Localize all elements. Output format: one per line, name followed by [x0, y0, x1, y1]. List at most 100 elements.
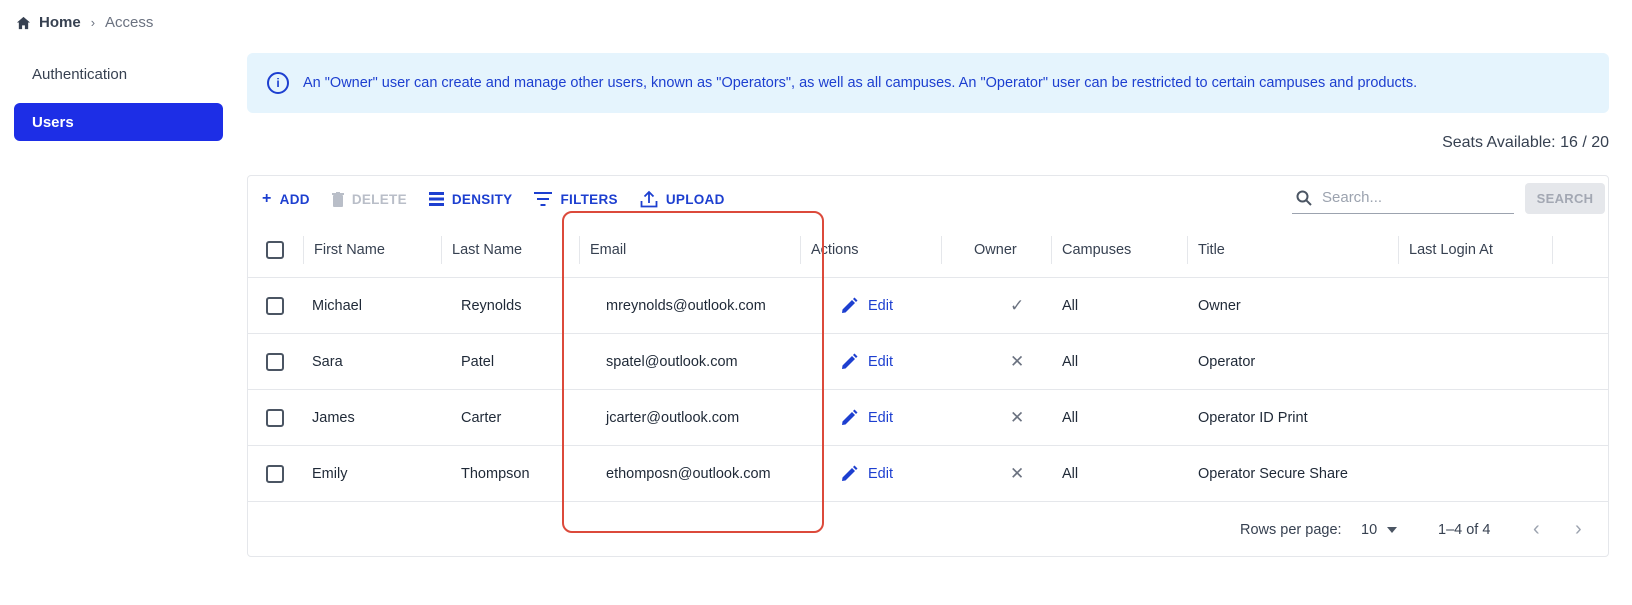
row-checkbox[interactable] — [266, 408, 284, 427]
info-text: An "Owner" user can create and manage ot… — [303, 75, 1418, 91]
sidebar-item-authentication[interactable]: Authentication — [14, 55, 223, 93]
delete-label: DELETE — [351, 191, 407, 207]
breadcrumb-home[interactable]: Home — [16, 14, 81, 31]
upload-button[interactable]: UPLOAD — [640, 190, 725, 208]
cell-last-name: Carter — [461, 409, 502, 426]
filters-button[interactable]: FILTERS — [534, 191, 618, 207]
info-banner: i An "Owner" user can create and manage … — [247, 53, 1609, 113]
edit-label: Edit — [868, 409, 893, 426]
edit-button[interactable]: Edit — [840, 390, 893, 445]
add-label: ADD — [279, 191, 310, 207]
edit-label: Edit — [868, 353, 893, 370]
cell-email: ethomposn@outlook.com — [606, 465, 771, 482]
filters-label: FILTERS — [560, 191, 618, 207]
column-divider — [441, 236, 442, 264]
delete-button[interactable]: DELETE — [331, 191, 407, 207]
chevron-right-icon[interactable]: › — [1575, 518, 1582, 541]
column-header-title[interactable]: Title — [1198, 222, 1225, 277]
pencil-icon — [842, 409, 858, 425]
sidebar-item-label: Authentication — [32, 65, 128, 83]
search-input[interactable] — [1322, 189, 1502, 206]
cell-first-name: Sara — [312, 353, 343, 370]
sidebar-item-users[interactable]: Users — [14, 103, 223, 141]
upload-label: UPLOAD — [665, 191, 725, 207]
column-divider — [1187, 236, 1188, 264]
sidebar-item-label: Users — [32, 113, 74, 131]
search-button[interactable]: SEARCH — [1525, 183, 1605, 214]
column-header-campuses[interactable]: Campuses — [1062, 222, 1131, 277]
edit-label: Edit — [868, 297, 893, 314]
density-label: DENSITY — [451, 191, 513, 207]
table-row[interactable]: Sara Patel spatel@outlook.com Edit ✕ All… — [248, 334, 1608, 390]
cell-campuses: All — [1062, 297, 1079, 314]
column-divider — [1051, 236, 1052, 264]
edit-button[interactable]: Edit — [840, 278, 893, 333]
column-header-email[interactable]: Email — [590, 222, 626, 277]
table-pagination: Rows per page: 10 1–4 of 4 ‹ › — [248, 502, 1608, 558]
select-all-checkbox[interactable] — [266, 240, 284, 259]
pagination-range: 1–4 of 4 — [1438, 522, 1491, 538]
column-header-last-login[interactable]: Last Login At — [1409, 222, 1493, 277]
column-header-last-name[interactable]: Last Name — [452, 222, 522, 277]
table-toolbar: + ADD DELETE DENSITY FILTERS UPLOAD SEARC… — [248, 176, 1608, 222]
close-icon: ✕ — [1010, 407, 1025, 427]
column-divider — [303, 236, 304, 264]
edit-button[interactable]: Edit — [840, 446, 893, 501]
table-row[interactable]: Michael Reynolds mreynolds@outlook.com E… — [248, 278, 1608, 334]
filter-icon — [534, 192, 553, 206]
rows-per-page-value: 10 — [1361, 522, 1378, 538]
column-header-owner[interactable]: Owner — [974, 222, 1017, 277]
seats-available: Seats Available: 16 / 20 — [1442, 134, 1609, 151]
close-icon: ✕ — [1010, 351, 1025, 371]
chevron-right-icon: › — [90, 15, 96, 30]
column-divider — [1398, 236, 1399, 264]
breadcrumb-current: Access — [105, 14, 154, 31]
chevron-left-icon[interactable]: ‹ — [1533, 518, 1540, 541]
table-row[interactable]: James Carter jcarter@outlook.com Edit ✕ … — [248, 390, 1608, 446]
add-button[interactable]: + ADD — [262, 191, 310, 207]
pencil-icon — [842, 353, 858, 369]
cell-email: mreynolds@outlook.com — [606, 297, 766, 314]
close-icon: ✕ — [1010, 463, 1025, 483]
search-icon — [1296, 190, 1312, 206]
trash-icon — [331, 191, 344, 207]
row-checkbox[interactable] — [266, 352, 284, 371]
row-checkbox[interactable] — [266, 464, 284, 483]
cell-campuses: All — [1062, 465, 1079, 482]
cell-last-name: Reynolds — [461, 297, 522, 314]
cell-campuses: All — [1062, 409, 1079, 426]
upload-icon — [640, 190, 658, 208]
column-header-first-name[interactable]: First Name — [314, 222, 385, 277]
breadcrumb: Home › Access — [16, 14, 153, 31]
table-header: First Name Last Name Email Actions Owner… — [248, 222, 1608, 278]
caret-down-icon — [1387, 527, 1398, 533]
home-icon — [16, 16, 31, 29]
pencil-icon — [842, 297, 858, 313]
cell-title: Owner — [1198, 297, 1241, 314]
rows-per-page-label: Rows per page: — [1240, 522, 1342, 538]
cell-first-name: Emily — [312, 465, 348, 482]
table-row[interactable]: Emily Thompson ethomposn@outlook.com Edi… — [248, 446, 1608, 502]
edit-label: Edit — [868, 465, 893, 482]
density-icon — [428, 192, 444, 206]
cell-last-name: Patel — [461, 353, 495, 370]
cell-email: spatel@outlook.com — [606, 353, 738, 370]
row-checkbox[interactable] — [266, 296, 284, 315]
check-icon: ✓ — [1010, 295, 1025, 315]
select-all-cell — [266, 222, 284, 277]
plus-icon: + — [262, 190, 272, 207]
cell-first-name: James — [312, 409, 355, 426]
pencil-icon — [842, 465, 858, 481]
cell-first-name: Michael — [312, 297, 362, 314]
cell-title: Operator — [1198, 353, 1256, 370]
search-field[interactable] — [1292, 182, 1514, 214]
density-button[interactable]: DENSITY — [428, 191, 513, 207]
column-divider — [800, 236, 801, 264]
sidebar: Authentication Users — [14, 55, 223, 151]
column-divider — [941, 236, 942, 264]
cell-campuses: All — [1062, 353, 1079, 370]
edit-button[interactable]: Edit — [840, 334, 893, 389]
cell-email: jcarter@outlook.com — [606, 409, 740, 426]
cell-last-name: Thompson — [461, 465, 530, 482]
rows-per-page-select[interactable]: 10 — [1361, 522, 1398, 538]
